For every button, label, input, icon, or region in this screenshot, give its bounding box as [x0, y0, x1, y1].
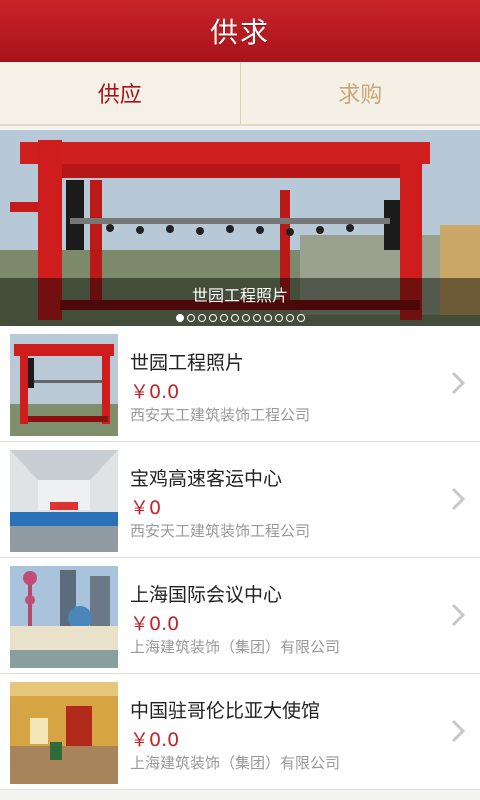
item-title: 宝鸡高速客运中心: [130, 468, 283, 490]
item-company: 西安天工建筑装饰工程公司: [130, 406, 311, 424]
banner-caption: 世园工程照片: [0, 278, 480, 310]
banner-caption-text: 世园工程照片: [191, 286, 288, 305]
carousel-dot[interactable]: [219, 314, 228, 322]
list-item[interactable]: 中国驻哥伦比亚大使馆 ￥0.0 上海建筑装饰（集团）有限公司: [0, 674, 480, 790]
carousel-dot[interactable]: [285, 314, 294, 322]
carousel-dot[interactable]: [186, 314, 195, 322]
carousel-dot[interactable]: [175, 314, 184, 322]
chevron-right-icon: [451, 719, 466, 743]
carousel-dot[interactable]: [208, 314, 217, 322]
tab-demand-label: 求购: [338, 83, 383, 108]
thumbnail-image: [10, 450, 118, 552]
item-company: 上海建筑装饰（集团）有限公司: [130, 754, 341, 772]
item-price: ￥0.0: [130, 381, 180, 403]
banner-carousel[interactable]: 世园工程照片: [0, 130, 480, 326]
thumbnail-image: [10, 682, 118, 784]
chevron-right-icon: [451, 603, 466, 627]
page-title: 供求: [209, 16, 270, 49]
carousel-dot[interactable]: [241, 314, 250, 322]
tab-supply-label: 供应: [97, 83, 142, 108]
item-title: 中国驻哥伦比亚大使馆: [130, 700, 321, 722]
carousel-dot[interactable]: [230, 314, 239, 322]
tab-supply[interactable]: 供应: [0, 62, 240, 124]
item-company: 西安天工建筑装饰工程公司: [130, 522, 311, 540]
item-title: 上海国际会议中心: [130, 584, 283, 606]
carousel-dot[interactable]: [252, 314, 261, 322]
carousel-dot[interactable]: [296, 314, 305, 322]
carousel-dot[interactable]: [197, 314, 206, 322]
list-item[interactable]: 世园工程照片 ￥0.0 西安天工建筑装饰工程公司: [0, 326, 480, 442]
tab-demand[interactable]: 求购: [241, 62, 480, 124]
item-title: 世园工程照片: [130, 352, 245, 374]
thumbnail-image: [10, 566, 118, 668]
item-price: ￥0.0: [130, 729, 180, 751]
carousel-indicator: [0, 310, 480, 326]
item-price: ￥0: [130, 497, 162, 519]
tab-bar: 供应 求购: [0, 62, 480, 126]
list-item[interactable]: 上海国际会议中心 ￥0.0 上海建筑装饰（集团）有限公司: [0, 558, 480, 674]
carousel-dot[interactable]: [274, 314, 283, 322]
app-header: 供求: [0, 0, 480, 63]
chevron-right-icon: [451, 487, 466, 511]
item-price: ￥0.0: [130, 613, 180, 635]
chevron-right-icon: [451, 371, 466, 395]
list-item[interactable]: 宝鸡高速客运中心 ￥0 西安天工建筑装饰工程公司: [0, 442, 480, 558]
item-company: 上海建筑装饰（集团）有限公司: [130, 638, 341, 656]
thumbnail-image: [10, 334, 118, 436]
supply-list: 世园工程照片 ￥0.0 西安天工建筑装饰工程公司 宝鸡高速客运中心 ￥0 西安天…: [0, 326, 480, 790]
carousel-dot[interactable]: [263, 314, 272, 322]
